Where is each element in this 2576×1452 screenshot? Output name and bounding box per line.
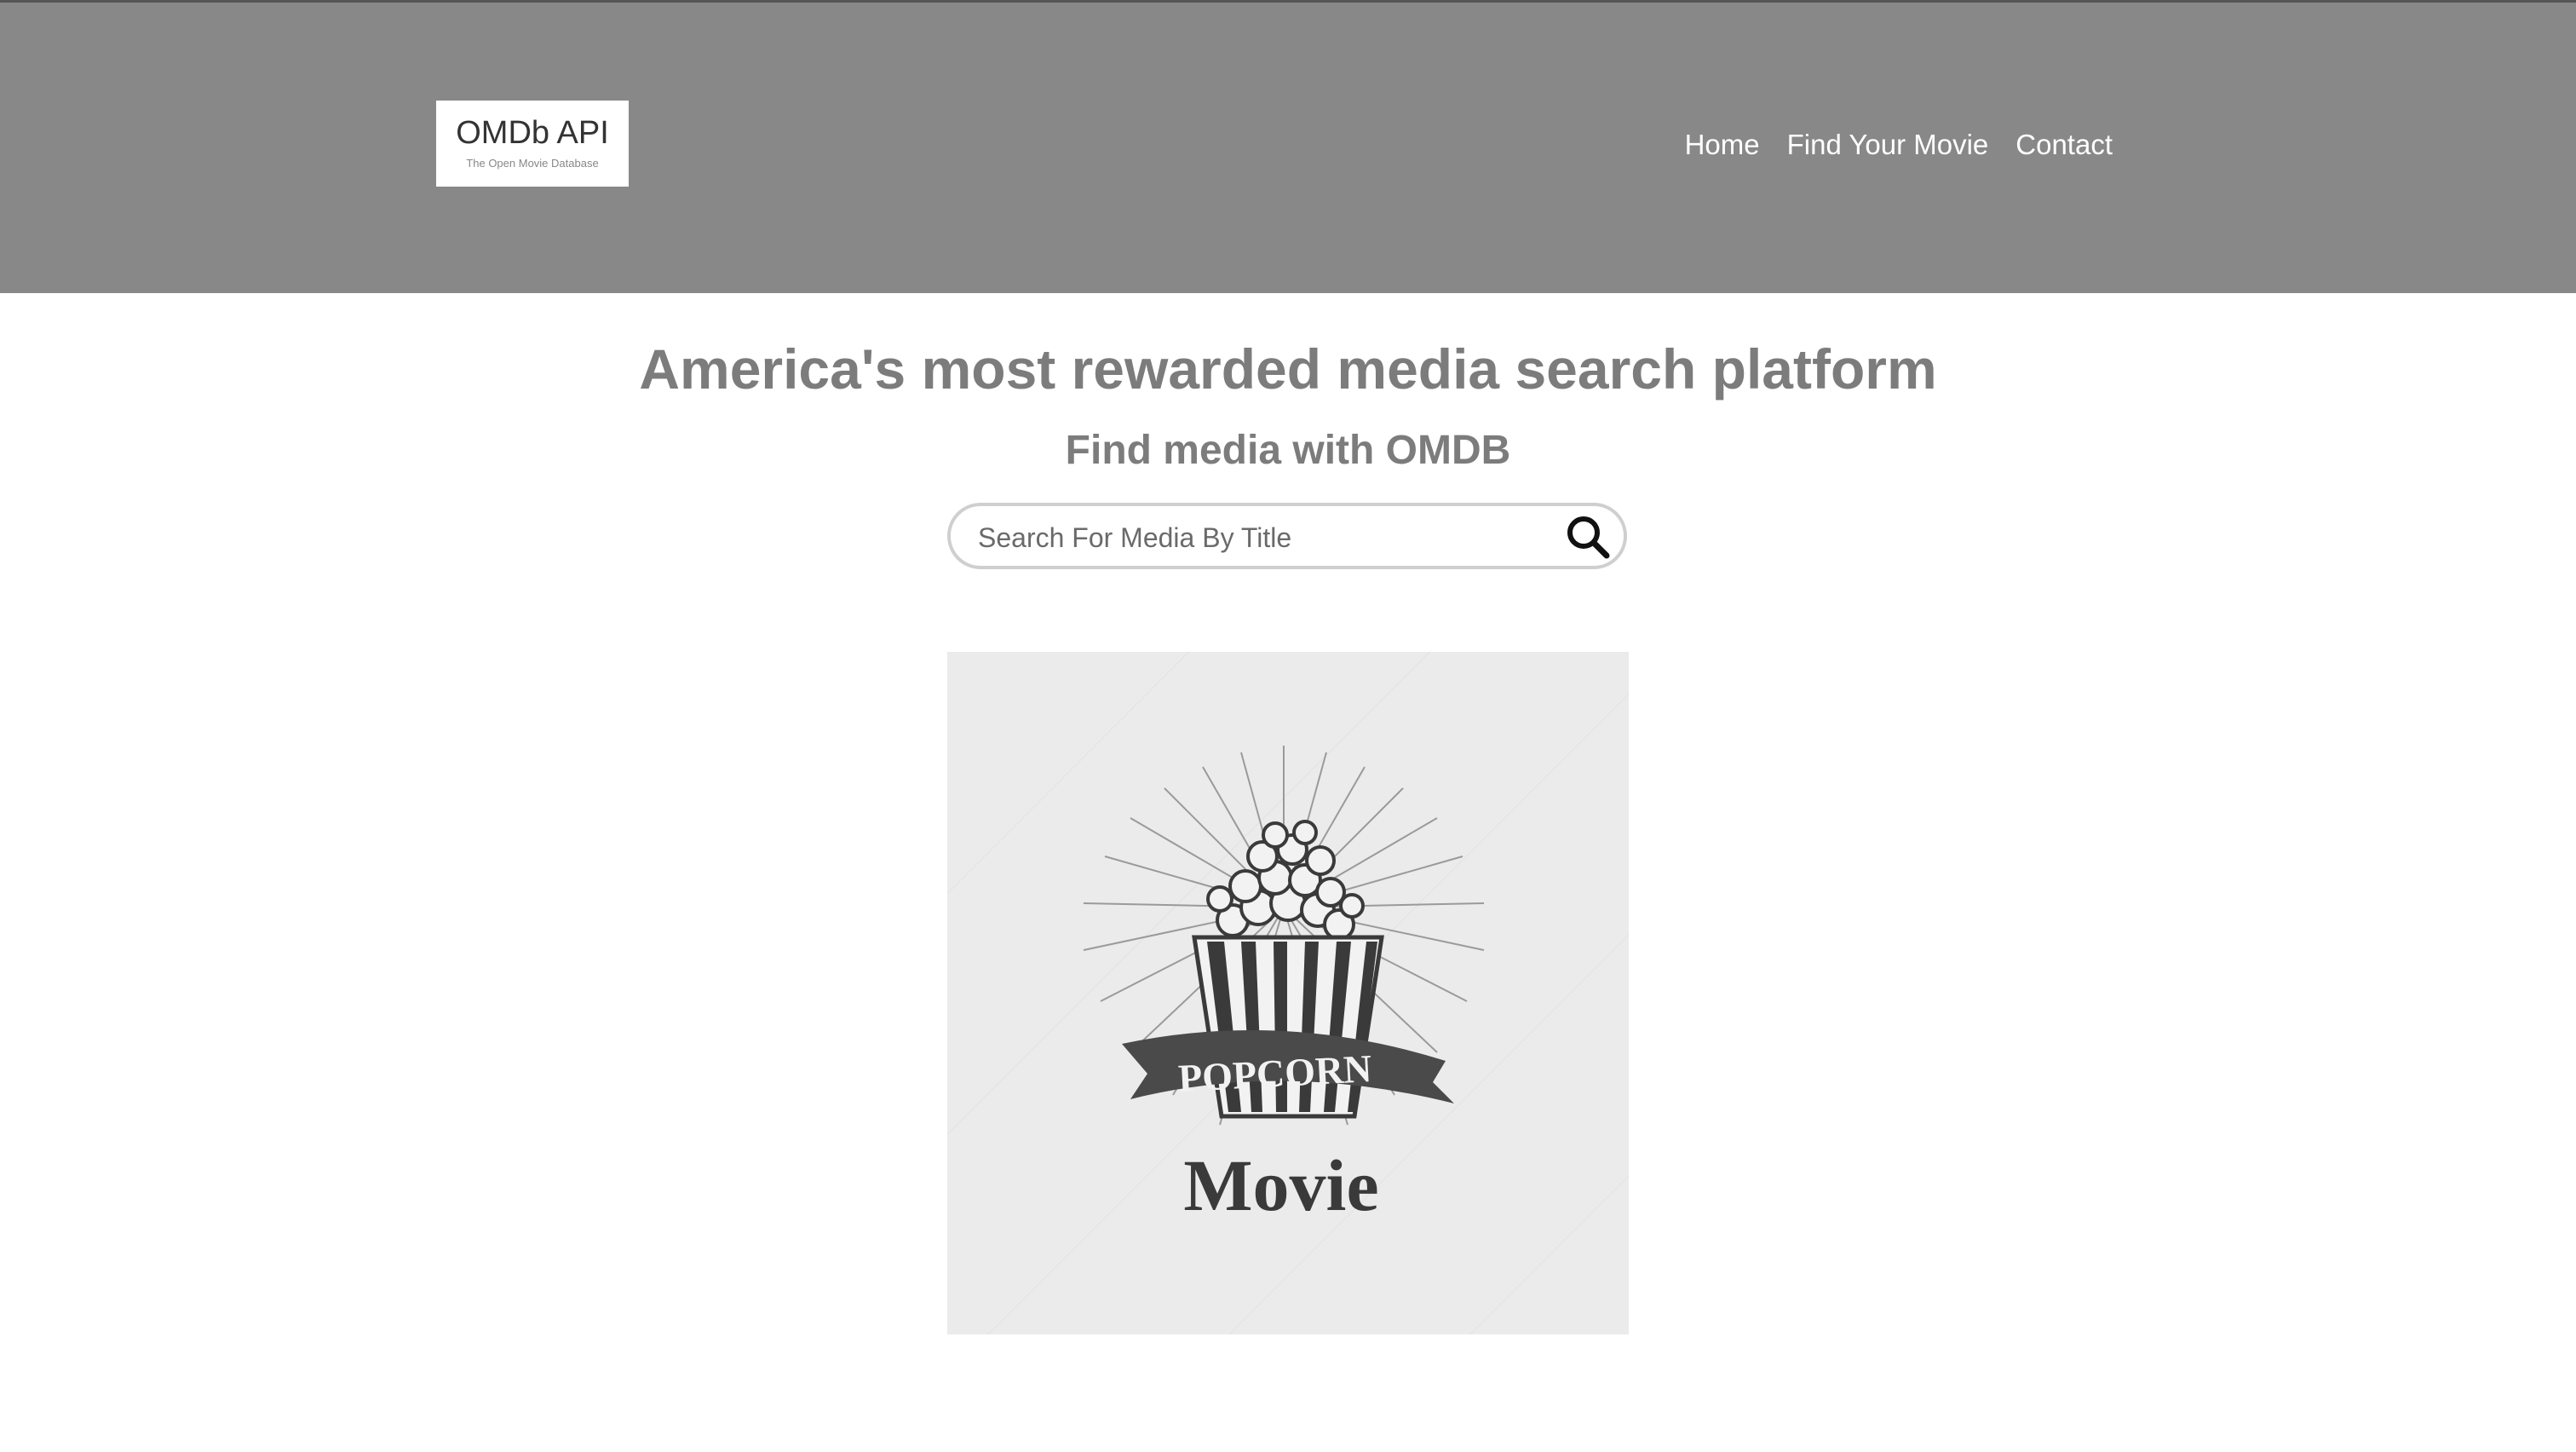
main-nav: Home Find Your Movie Contact [1685,126,2113,164]
omdb-logo[interactable]: OMDb API The Open Movie Database [436,101,629,187]
poster-bottom-text: Movie [1183,1144,1378,1226]
search-bar [947,503,1627,569]
popcorn-icon: POPCORN Movie [947,652,1629,1334]
nav-contact-link[interactable]: Contact [2015,126,2113,164]
popcorn-movie-image: POPCORN Movie [947,652,1629,1334]
nav-find-your-movie-link[interactable]: Find Your Movie [1787,126,1989,164]
site-header: OMDb API The Open Movie Database Home Fi… [0,0,2576,293]
search-icon[interactable] [1564,513,1612,561]
logo-title: OMDb API [456,115,609,151]
page-headline: America's most rewarded media search pla… [639,337,1937,400]
page-subheadline: Find media with OMDB [1065,428,1511,473]
nav-home-link[interactable]: Home [1685,126,1760,164]
logo-subtitle: The Open Movie Database [466,157,599,170]
search-input[interactable] [976,513,1559,562]
